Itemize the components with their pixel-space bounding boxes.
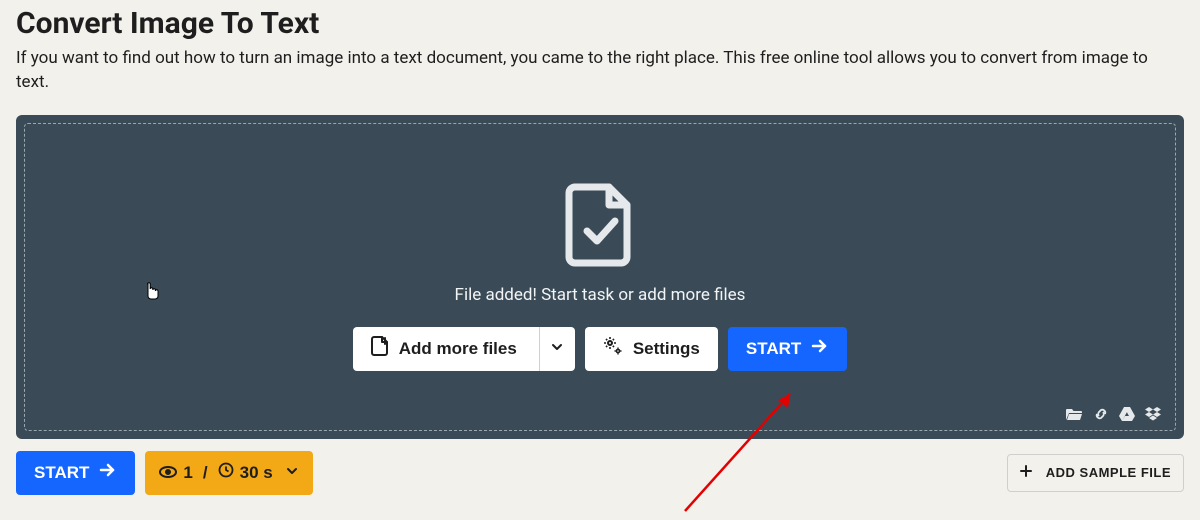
queue-sep: / bbox=[203, 463, 208, 483]
google-drive-icon[interactable] bbox=[1119, 407, 1135, 421]
gears-icon bbox=[603, 336, 623, 361]
folder-open-icon[interactable] bbox=[1065, 407, 1083, 421]
dropbox-icon[interactable] bbox=[1145, 407, 1161, 421]
cloud-sources-row bbox=[1065, 406, 1161, 422]
dropzone-inner: File added! Start task or add more files bbox=[24, 123, 1176, 431]
arrow-right-icon bbox=[99, 461, 117, 484]
settings-button[interactable]: Settings bbox=[585, 327, 718, 371]
add-more-files-button[interactable]: Add more files bbox=[353, 327, 539, 371]
add-more-group: Add more files bbox=[353, 327, 575, 371]
queue-status-button[interactable]: 1 / 30 s bbox=[145, 451, 312, 495]
bottom-start-button[interactable]: START bbox=[16, 451, 135, 495]
clock-icon bbox=[218, 462, 234, 483]
chevron-down-icon bbox=[285, 463, 299, 483]
start-label: START bbox=[746, 339, 801, 359]
link-icon[interactable] bbox=[1093, 406, 1109, 422]
bottom-start-label: START bbox=[34, 463, 89, 483]
add-sample-file-button[interactable]: ADD SAMPLE FILE bbox=[1007, 454, 1184, 492]
settings-label: Settings bbox=[633, 339, 700, 359]
dropzone-button-row: Add more files bbox=[353, 327, 848, 371]
chevron-down-icon bbox=[550, 339, 564, 359]
dropzone-status-text: File added! Start task or add more files bbox=[455, 285, 746, 305]
queue-time: 30 s bbox=[240, 463, 273, 483]
page-description: If you want to find out how to turn an i… bbox=[16, 47, 1156, 95]
file-check-icon bbox=[565, 183, 635, 271]
add-more-label: Add more files bbox=[399, 339, 517, 359]
sample-label: ADD SAMPLE FILE bbox=[1046, 465, 1171, 480]
queue-count-icon bbox=[159, 463, 177, 483]
start-button[interactable]: START bbox=[728, 327, 847, 371]
bottom-bar: START 1 / 30 s bbox=[16, 451, 1184, 495]
queue-count: 1 bbox=[183, 463, 192, 483]
plus-icon bbox=[1020, 465, 1032, 480]
page-title: Convert Image To Text bbox=[16, 6, 1184, 41]
dropzone[interactable]: File added! Start task or add more files bbox=[16, 115, 1184, 439]
file-plus-icon bbox=[371, 336, 389, 361]
arrow-right-icon bbox=[811, 337, 829, 360]
add-more-dropdown-button[interactable] bbox=[539, 327, 575, 371]
